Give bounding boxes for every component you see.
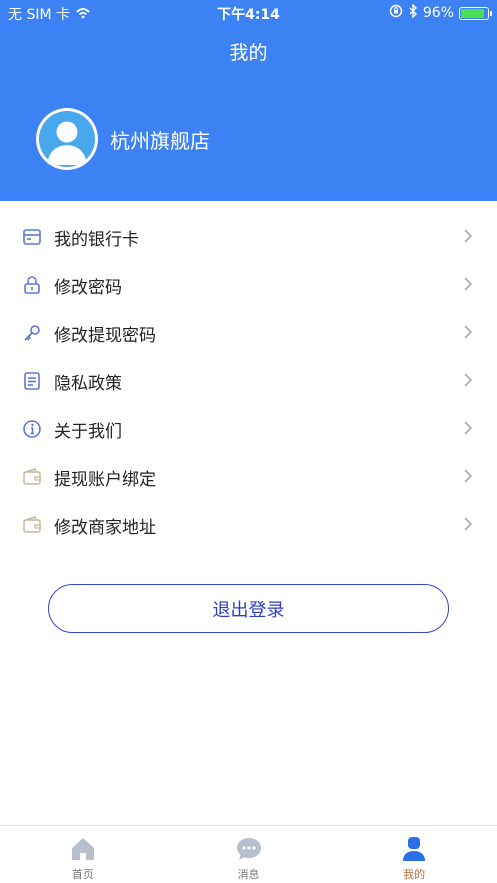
menu-item-label: 提现账户绑定 xyxy=(54,470,156,490)
battery-icon xyxy=(459,6,492,20)
menu-item-bank-card[interactable]: 我的银行卡 xyxy=(0,213,497,261)
bank-card-icon xyxy=(22,227,42,247)
avatar[interactable] xyxy=(36,108,98,170)
home-icon xyxy=(68,834,98,864)
tab-mine[interactable]: 我的 xyxy=(331,826,497,883)
menu-item-withdraw-account[interactable]: 提现账户绑定 xyxy=(0,453,497,501)
menu-item-label: 关于我们 xyxy=(54,422,122,442)
lock-icon xyxy=(22,275,42,295)
key-icon xyxy=(22,323,42,343)
tab-messages[interactable]: 消息 xyxy=(166,826,332,883)
status-bar: 无 SIM 卡 下午4:14 96% xyxy=(0,0,497,26)
document-icon xyxy=(22,371,42,391)
tab-bar: 首页 消息 我的 xyxy=(0,825,497,883)
menu-item-label: 修改商家地址 xyxy=(54,518,156,538)
chevron-right-icon xyxy=(463,276,473,292)
battery-percent: 96% xyxy=(422,5,454,21)
wallet-icon xyxy=(22,467,42,487)
menu-item-merchant-address[interactable]: 修改商家地址 xyxy=(0,501,497,549)
tab-label: 我的 xyxy=(403,868,426,881)
profile[interactable]: 杭州旗舰店 xyxy=(36,108,210,170)
tab-home[interactable]: 首页 xyxy=(0,826,166,883)
chevron-right-icon xyxy=(463,372,473,388)
header: 无 SIM 卡 下午4:14 96% 我的 杭州旗舰店 xyxy=(0,0,497,201)
bluetooth-icon xyxy=(408,3,418,22)
logout-button[interactable]: 退出登录 xyxy=(48,584,449,633)
menu-item-change-password[interactable]: 修改密码 xyxy=(0,261,497,309)
menu-item-label: 隐私政策 xyxy=(54,374,122,394)
menu-item-label: 修改提现密码 xyxy=(54,326,156,346)
store-name: 杭州旗舰店 xyxy=(110,128,210,153)
menu-item-label: 修改密码 xyxy=(54,278,122,298)
chevron-right-icon xyxy=(463,324,473,340)
chevron-right-icon xyxy=(463,516,473,532)
page-title: 我的 xyxy=(229,42,268,64)
wallet-icon xyxy=(22,515,42,535)
menu-item-change-withdraw-password[interactable]: 修改提现密码 xyxy=(0,309,497,357)
tab-label: 消息 xyxy=(237,868,260,881)
chevron-right-icon xyxy=(463,420,473,436)
chevron-right-icon xyxy=(463,228,473,244)
menu-item-label: 我的银行卡 xyxy=(54,230,139,250)
chevron-right-icon xyxy=(463,468,473,484)
menu-item-privacy-policy[interactable]: 隐私政策 xyxy=(0,357,497,405)
info-icon xyxy=(22,419,42,439)
person-avatar-icon xyxy=(39,111,95,167)
tab-label: 首页 xyxy=(71,868,94,881)
menu-item-about-us[interactable]: 关于我们 xyxy=(0,405,497,453)
person-icon xyxy=(399,834,429,864)
orientation-lock-icon xyxy=(389,4,403,22)
settings-menu: 我的银行卡 修改密码 修改提现密码 隐私政策 关于我们 提现账户绑定 修改商家地… xyxy=(0,213,497,549)
chat-icon xyxy=(234,834,264,864)
